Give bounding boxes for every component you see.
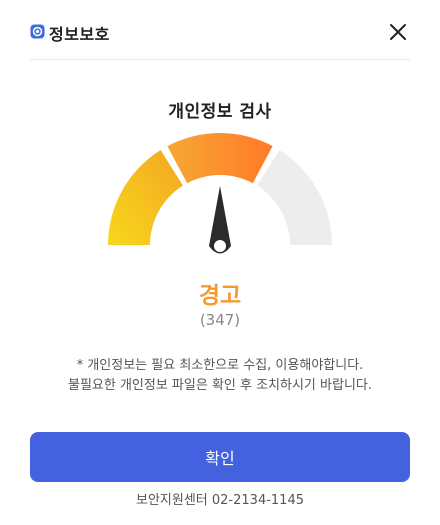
dialog-header: 정보보호 <box>0 0 440 60</box>
close-icon[interactable] <box>386 20 410 44</box>
gauge-segment-warning <box>167 133 273 184</box>
notice-line-2: 불필요한 개인정보 파일은 확인 후 조치하시기 바랍니다. <box>67 378 372 393</box>
notice-line-1: * 개인정보는 필요 최소한으로 수집, 이용해야합니다. <box>76 358 364 373</box>
needle-hub <box>214 240 226 252</box>
support-contact: 보안지원센터 02-2134-1145 <box>136 493 304 508</box>
shield-icon <box>30 24 45 39</box>
status-label: 경고 <box>198 283 242 309</box>
gauge-segment-danger <box>257 150 332 245</box>
notice-text: * 개인정보는 필요 최소한으로 수집, 이용해야합니다. 불필요한 개인정보 … <box>0 356 440 396</box>
header-divider <box>30 59 410 60</box>
detected-count: (347) <box>199 311 241 329</box>
scan-title: 개인정보 검사 <box>168 102 272 122</box>
app-title: 정보보호 <box>49 25 110 44</box>
risk-gauge <box>108 133 332 254</box>
confirm-button[interactable]: 확인 <box>30 432 410 482</box>
gauge-segment-safe <box>108 150 183 245</box>
